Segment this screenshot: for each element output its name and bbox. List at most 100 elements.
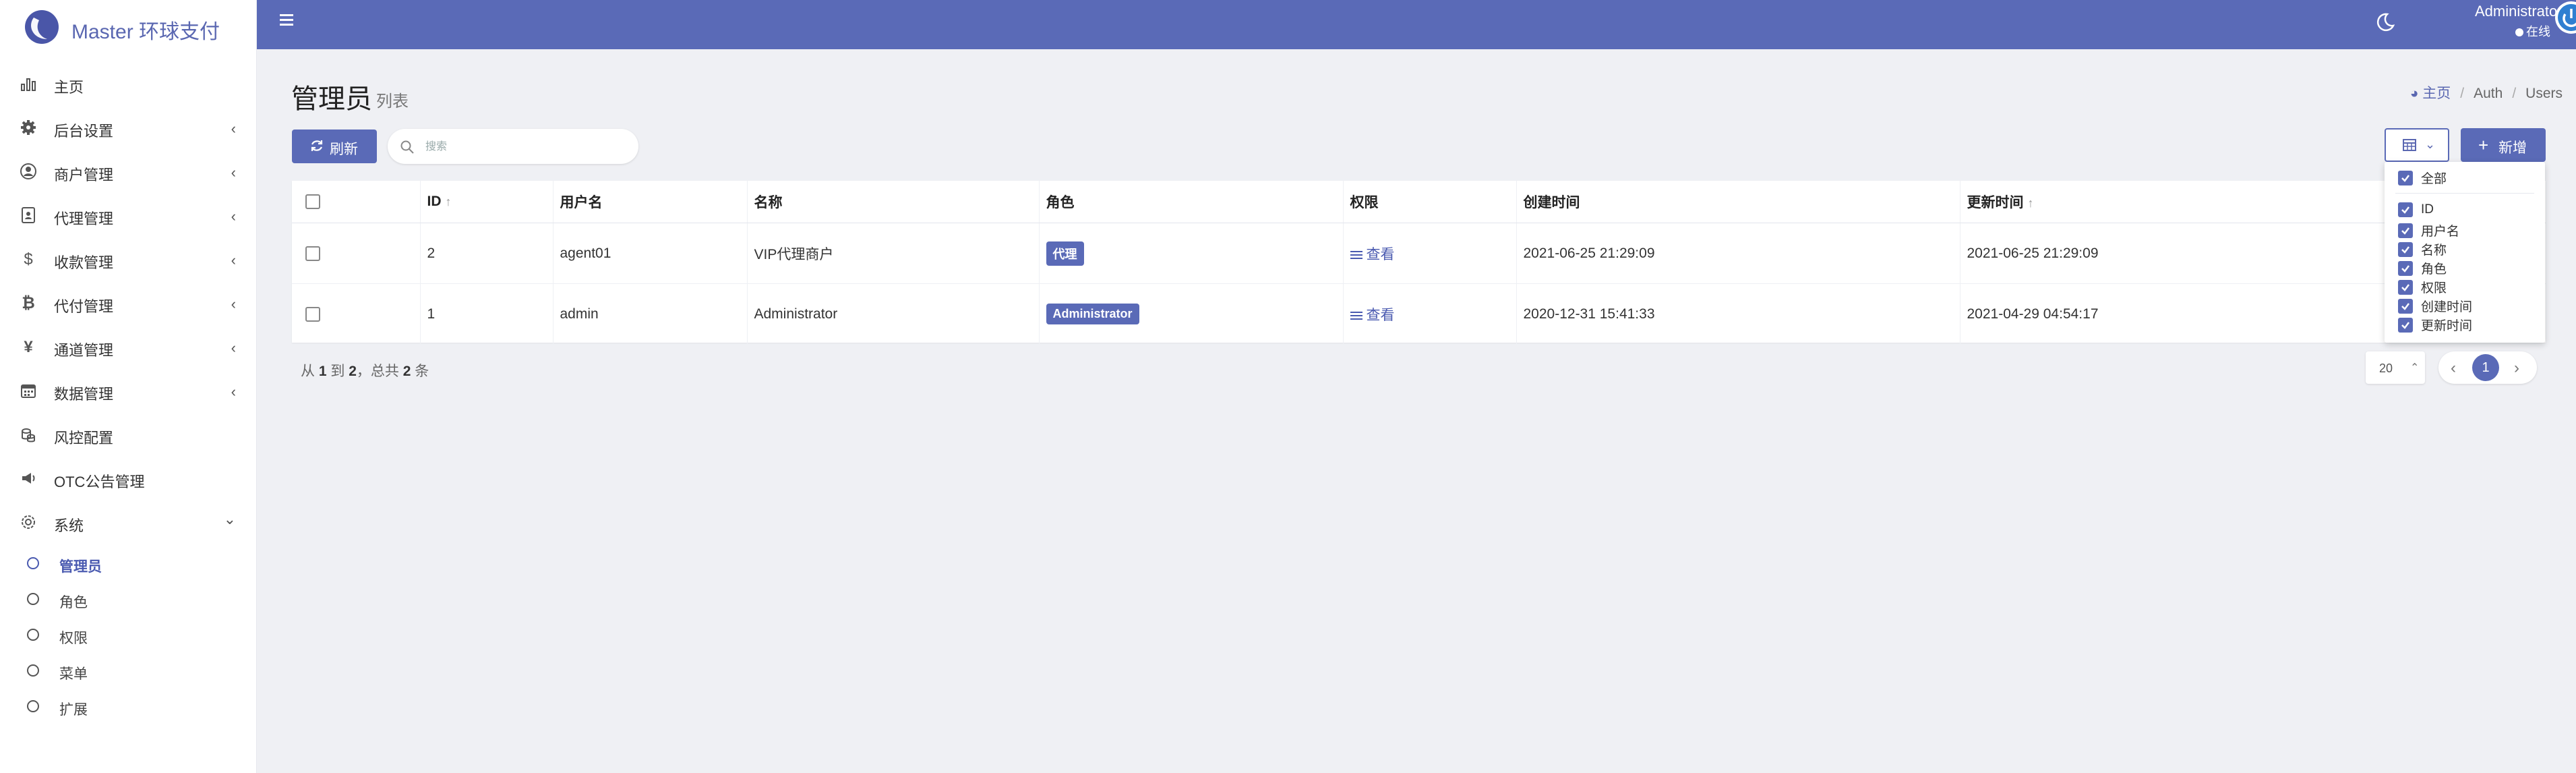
sidebar-item-merchants[interactable]: 商户管理 ‹ (0, 153, 256, 191)
view-permissions-link[interactable]: 查看 (1350, 308, 1395, 323)
checkbox-checked-icon[interactable] (2398, 223, 2413, 238)
column-option-label: 创建时间 (2421, 300, 2473, 314)
sidebar-item-otc[interactable]: OTC公告管理 (0, 460, 256, 498)
breadcrumb: ◕ 主页 / Auth / Users (2410, 82, 2563, 103)
per-page-select[interactable]: 20 ⌃ (2366, 351, 2425, 384)
chevron-left-icon: ‹ (231, 120, 236, 137)
sidebar-subitem-menu[interactable]: 菜单 (0, 654, 256, 687)
row-checkbox[interactable] (305, 306, 320, 322)
sidebar-item-channels[interactable]: ¥ 通道管理 ‹ (0, 328, 256, 366)
prev-page-button[interactable]: ‹ (2451, 359, 2456, 378)
add-button[interactable]: + 新增 (2461, 128, 2546, 162)
sidebar-item-agents[interactable]: 代理管理 ‹ (0, 197, 256, 235)
cell-name: Administrator (747, 283, 1040, 345)
user-name[interactable]: Administrator (2475, 3, 2563, 20)
calendar-icon (19, 382, 38, 401)
checkbox-checked-icon[interactable] (2398, 317, 2413, 333)
sidebar-subitem-extensions[interactable]: 扩展 (0, 690, 256, 722)
table-row: 2 agent01 VIP代理商户 代理 查看 2021-06-25 21:29… (292, 223, 2546, 284)
page-subtitle: 列表 (376, 92, 409, 111)
column-selector-dropdown: 全部 ID 用户名 名称 角色 权限 创建时间 更新时间 (2385, 162, 2545, 343)
column-option-id[interactable]: ID (2398, 202, 2434, 220)
column-option-updated[interactable]: 更新时间 (2398, 316, 2472, 333)
page-button-current[interactable]: 1 (2472, 354, 2499, 381)
sidebar-item-label: 商户管理 (54, 167, 114, 183)
select-all-cell (292, 181, 421, 223)
cog-icon (19, 513, 38, 532)
sidebar-item-data[interactable]: 数据管理 ‹ (0, 372, 256, 410)
row-checkbox[interactable] (305, 246, 320, 261)
top-navbar: Administrator 在线 (257, 0, 2576, 49)
column-header-name: 名称 (747, 181, 1040, 223)
checkbox-checked-icon[interactable] (2398, 260, 2413, 276)
view-permissions-link[interactable]: 查看 (1350, 247, 1395, 262)
column-option-label: 更新时间 (2421, 319, 2473, 333)
logo-icon (25, 10, 59, 44)
cell-permission: 查看 (1343, 223, 1517, 284)
cell-permission: 查看 (1343, 283, 1517, 345)
select-all-checkbox[interactable] (305, 194, 320, 210)
sidebar-subitem-roles[interactable]: 角色 (0, 583, 256, 615)
megaphone-icon (19, 469, 38, 488)
sidebar-item-home[interactable]: 主页 (0, 65, 256, 103)
users-table: ID ↑ 用户名 名称 角色 权限 创建时间 更新时间 ↑ 2 agent01 VI… (292, 181, 2546, 345)
logo[interactable]: Master 环球支付 (0, 0, 256, 54)
breadcrumb-home[interactable]: ◕ 主页 (2410, 86, 2451, 101)
table-row: 1 admin Administrator Administrator 查看 2… (292, 283, 2546, 345)
column-header-label: ID (427, 194, 442, 209)
view-permissions-label: 查看 (1366, 246, 1395, 262)
sidebar-subitem-permissions[interactable]: 权限 (0, 619, 256, 651)
sidebar-subitem-admins[interactable]: 管理员 (0, 547, 256, 579)
refresh-button[interactable]: 刷新 (292, 130, 377, 163)
column-option-label: 权限 (2421, 281, 2447, 295)
chevron-left-icon: ‹ (231, 383, 236, 400)
sidebar-item-settings[interactable]: 后台设置 ‹ (0, 109, 256, 147)
checkbox-checked-icon[interactable] (2398, 202, 2413, 217)
breadcrumb-auth[interactable]: Auth (2474, 86, 2503, 101)
column-option-name[interactable]: 名称 (2398, 240, 2447, 258)
next-page-button[interactable]: › (2514, 359, 2519, 378)
sidebar-item-collections[interactable]: $ 收款管理 ‹ (0, 241, 256, 279)
checkbox-checked-icon[interactable] (2398, 170, 2413, 185)
circle-icon (27, 557, 39, 569)
sidebar-item-system[interactable]: 系统 ⌄ (0, 504, 256, 542)
column-header-label: 名称 (754, 195, 783, 210)
cell-id: 1 (420, 283, 553, 345)
plus-icon: + (2478, 135, 2489, 155)
hamburger-menu-icon[interactable] (277, 9, 299, 31)
column-selector-button[interactable]: ⌄ (2385, 128, 2449, 162)
moon-icon[interactable] (2374, 11, 2397, 34)
search-box[interactable] (388, 129, 638, 164)
bar-chart-icon (19, 75, 38, 94)
summary-prefix: 从 (301, 364, 315, 379)
sort-arrow-icon[interactable]: ↑ (446, 195, 452, 208)
column-option-created[interactable]: 创建时间 (2398, 297, 2472, 314)
circle-icon (27, 629, 39, 641)
column-header-permission: 权限 (1343, 181, 1517, 223)
checkbox-checked-icon[interactable] (2398, 279, 2413, 295)
column-option-username[interactable]: 用户名 (2398, 221, 2459, 239)
gear-icon (19, 119, 38, 138)
sort-arrow-icon[interactable]: ↑ (2028, 196, 2034, 210)
divider (2395, 193, 2534, 194)
dashboard-icon: ◕ (2409, 86, 2423, 101)
column-option-all[interactable]: 全部 (2398, 169, 2447, 186)
column-header-id[interactable]: ID ↑ (420, 181, 553, 223)
column-option-label: ID (2421, 202, 2434, 217)
cell-username: admin (553, 283, 748, 345)
column-option-permission[interactable]: 权限 (2398, 278, 2447, 295)
checkbox-checked-icon[interactable] (2398, 298, 2413, 314)
list-icon (1350, 250, 1362, 259)
search-input[interactable] (424, 136, 629, 158)
avatar[interactable] (2552, 0, 2576, 34)
sidebar-item-risk[interactable]: 风控配置 (0, 416, 256, 454)
chevron-left-icon: ‹ (231, 208, 236, 225)
sidebar: Master 环球支付 主页 后台设置 ‹ 商户管理 ‹ 代理管理 ‹ $ 收款… (0, 0, 257, 773)
column-option-role[interactable]: 角色 (2398, 259, 2447, 277)
checkbox-checked-icon[interactable] (2398, 241, 2413, 257)
pagination: ‹ 1 › (2438, 351, 2537, 384)
sidebar-item-label: 代理管理 (54, 210, 114, 227)
sidebar-item-payouts[interactable]: ₿ 代付管理 ‹ (0, 285, 256, 322)
column-header-label: 创建时间 (1523, 195, 1580, 210)
column-option-label: 角色 (2421, 262, 2447, 277)
